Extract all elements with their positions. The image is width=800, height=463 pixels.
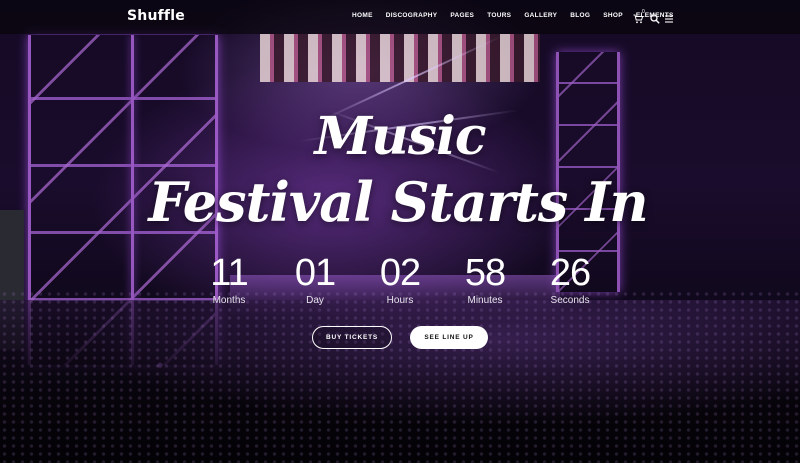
- countdown-seconds: 26 Seconds: [530, 254, 610, 306]
- countdown-minutes: 58 Minutes: [445, 254, 525, 306]
- countdown-label: Day: [306, 295, 324, 306]
- nav-item-discography[interactable]: DISCOGRAPHY: [386, 12, 438, 19]
- stage-led-screen: [260, 34, 540, 82]
- nav-item-blog[interactable]: BLOG: [570, 12, 590, 19]
- countdown-hours: 02 Hours: [360, 254, 440, 306]
- site-logo[interactable]: Shuffle: [127, 8, 185, 24]
- see-line-up-button[interactable]: SEE LINE UP: [410, 326, 488, 349]
- nav-item-pages[interactable]: PAGES: [450, 12, 474, 19]
- countdown-label: Hours: [386, 295, 414, 306]
- countdown-value: 58: [464, 252, 506, 294]
- crowd-texture: [0, 290, 800, 463]
- countdown-label: Minutes: [467, 295, 503, 306]
- nav-item-shop[interactable]: SHOP: [603, 12, 623, 19]
- menu-icon[interactable]: [665, 11, 675, 23]
- countdown-value: 11: [210, 252, 248, 294]
- countdown-months: 11 Months: [189, 254, 269, 306]
- nav-item-tours[interactable]: TOURS: [487, 12, 511, 19]
- buy-tickets-button[interactable]: BUY TICKETS: [312, 326, 392, 349]
- countdown-days: 01 Day: [275, 254, 355, 306]
- hero-title-line-1: Music: [314, 106, 486, 167]
- countdown-label: Months: [212, 295, 246, 306]
- hero-title-line-2: Festival Starts In: [148, 170, 648, 234]
- nav-item-gallery[interactable]: GALLERY: [524, 12, 557, 19]
- countdown-value: 26: [549, 252, 591, 294]
- cart-count: 0: [642, 9, 645, 15]
- search-icon[interactable]: [650, 11, 660, 24]
- nav-item-home[interactable]: HOME: [352, 12, 373, 19]
- countdown-value: 02: [379, 252, 421, 294]
- countdown-label: Seconds: [550, 295, 590, 306]
- countdown-value: 01: [294, 252, 336, 294]
- top-navigation-bar: Shuffle HOME DISCOGRAPHY PAGES TOURS GAL…: [0, 0, 800, 34]
